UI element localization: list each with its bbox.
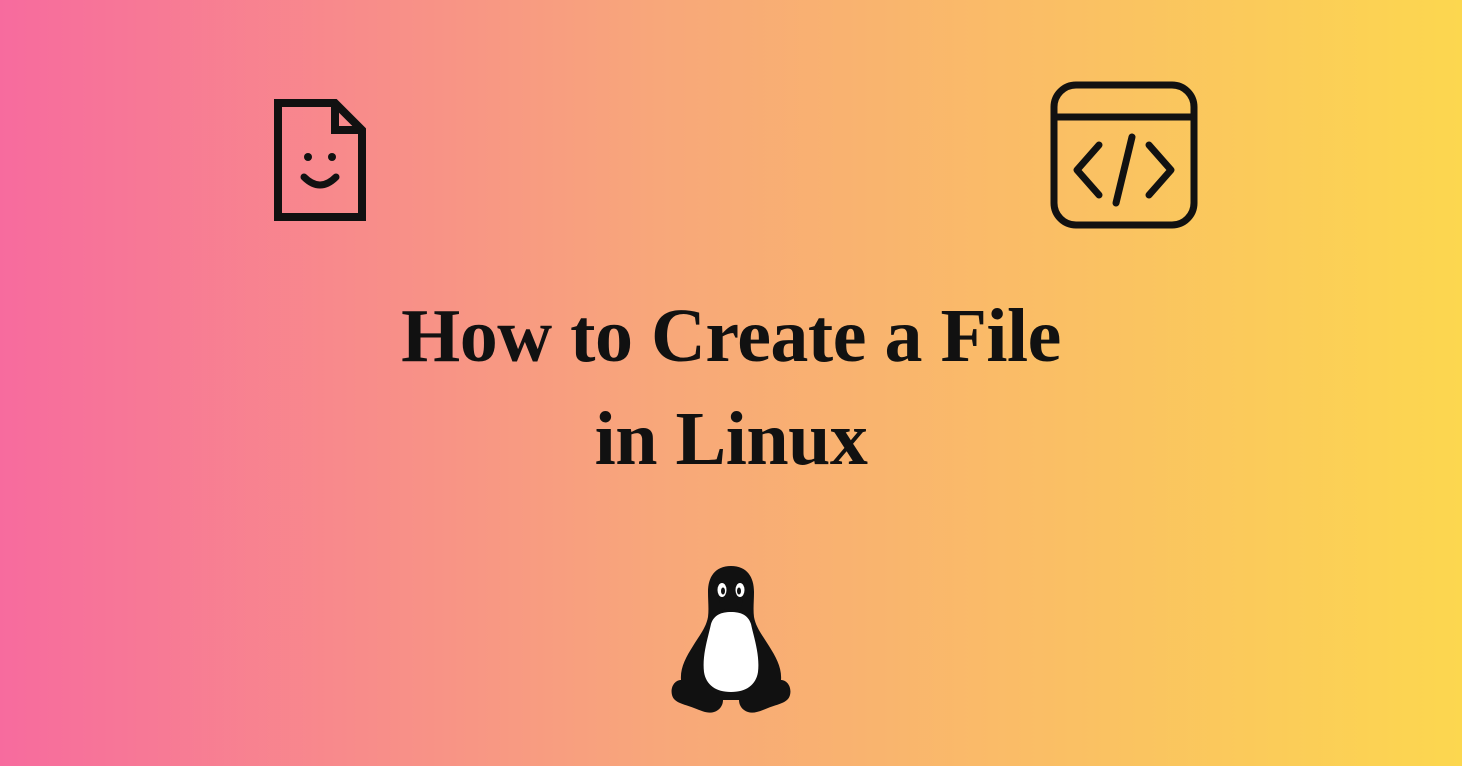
- file-smile-icon: [270, 95, 370, 230]
- title-line-1: How to Create a File: [401, 294, 1061, 378]
- title-line-2: in Linux: [595, 397, 868, 481]
- page-title: How to Create a File in Linux: [0, 285, 1462, 490]
- linux-tux-icon: [666, 560, 796, 720]
- code-window-icon: [1044, 75, 1204, 240]
